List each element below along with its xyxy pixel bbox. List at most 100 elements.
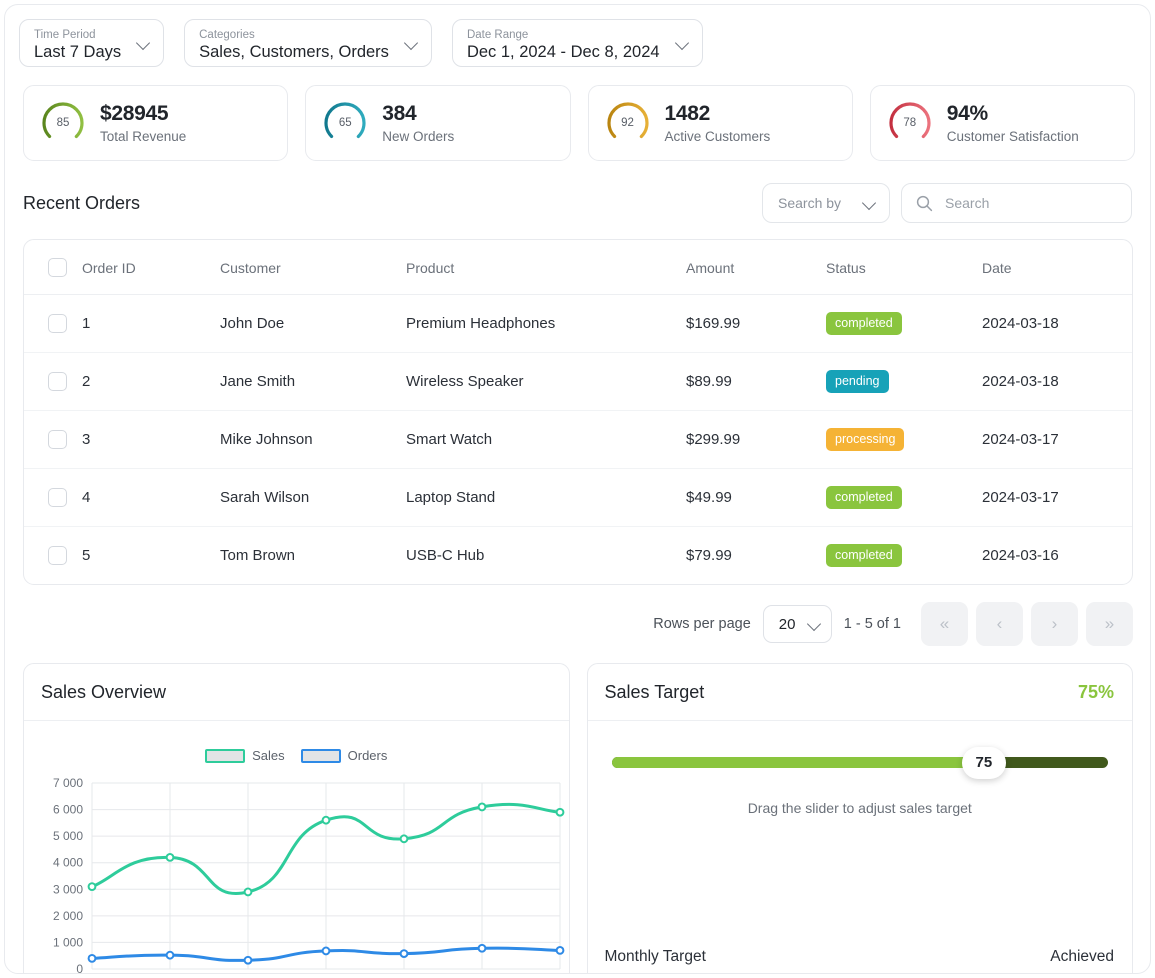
row-checkbox[interactable]	[48, 488, 67, 507]
kpi-text: 1482 Active Customers	[665, 101, 771, 145]
chart-data-point[interactable]	[321, 815, 331, 825]
chart-data-point[interactable]	[555, 807, 565, 817]
cell-amount: $79.99	[686, 547, 732, 564]
chart-data-point[interactable]	[165, 853, 175, 862]
sales-overview-title: Sales Overview	[41, 681, 167, 702]
select-all-checkbox[interactable]	[48, 258, 67, 277]
kpi-value: 384	[382, 102, 417, 125]
chart-data-point[interactable]	[399, 949, 409, 958]
row-checkbox[interactable]	[48, 314, 67, 333]
kpi-card: 65 384 New Orders	[305, 85, 571, 161]
column-header-customer[interactable]: Customer	[220, 240, 406, 295]
sales-line-chart: 01 0002 0003 0004 0005 0006 0007 000MonT…	[24, 773, 569, 974]
achieved-block: Achieved $50,000	[1050, 947, 1114, 973]
kpi-label: New Orders	[382, 129, 455, 144]
row-checkbox[interactable]	[48, 372, 67, 391]
chevron-down-icon	[676, 37, 689, 50]
row-select-cell	[24, 410, 82, 469]
rows-per-page-value: 20	[778, 615, 796, 633]
status-badge: completed	[826, 486, 902, 509]
table-row[interactable]: 1 John Doe Premium Headphones $169.99 comple…	[24, 294, 1132, 353]
cell-status: completed	[826, 294, 982, 353]
column-header-status[interactable]: Status	[826, 240, 982, 295]
status-badge: completed	[826, 544, 902, 567]
chart-data-point[interactable]	[555, 946, 565, 955]
cell-date: 2024-03-17	[982, 468, 1132, 527]
chart-data-point[interactable]	[87, 882, 97, 892]
legend-item[interactable]: Sales	[205, 748, 285, 763]
rows-per-page-select[interactable]: 20	[762, 605, 832, 643]
search-input[interactable]	[945, 195, 1105, 211]
svg-text:4 000: 4 000	[53, 856, 83, 870]
sales-target-slider[interactable]: 75	[611, 746, 1108, 779]
column-header-order-id[interactable]: Order ID	[82, 240, 220, 295]
filter-time-period[interactable]: Time Period Last 7 Days	[19, 19, 165, 67]
cell-customer: Jane Smith	[220, 352, 406, 411]
filter-categories[interactable]: Categories Sales, Customers, Orders	[184, 19, 432, 67]
last-page-button[interactable]: »	[1086, 602, 1133, 646]
chart-data-point[interactable]	[477, 802, 487, 812]
table-row[interactable]: 5 Tom Brown USB-C Hub $79.99 completed 2024-0…	[24, 527, 1132, 585]
cell-amount: $49.99	[686, 468, 826, 527]
previous-page-button[interactable]: ‹	[976, 602, 1023, 646]
svg-text:0: 0	[76, 962, 83, 974]
select-all-header	[24, 240, 82, 295]
chart-data-point[interactable]	[243, 887, 253, 897]
column-header-date[interactable]: Date	[982, 240, 1132, 295]
orders-header: Recent Orders Search by	[5, 161, 1150, 223]
filter-time-period-value: Last 7 Days	[34, 43, 122, 61]
monthly-target-value: $75 000	[605, 970, 706, 973]
chevron-down-icon	[405, 37, 418, 50]
orders-table: Order ID Customer Product Amount Status …	[24, 240, 1132, 584]
cell-product: Smart Watch	[406, 410, 686, 469]
legend-label: Orders	[347, 748, 388, 763]
svg-text:2 000: 2 000	[53, 909, 83, 923]
row-checkbox[interactable]	[48, 546, 67, 565]
kpi-gauge-value: 65	[338, 117, 352, 129]
cell-amount: $89.99	[686, 352, 826, 411]
kpi-card: 92 1482 Active Customers	[587, 85, 853, 161]
cell-amount: $169.99	[686, 294, 826, 353]
slider-thumb[interactable]: 75	[961, 746, 1006, 779]
row-select-cell	[24, 468, 82, 527]
chart-data-point[interactable]	[87, 953, 97, 963]
row-select-cell	[24, 352, 82, 411]
cell-order-id: 4	[82, 468, 220, 527]
chart-legend: Sales Orders	[24, 721, 569, 763]
achieved-label: Achieved	[1050, 948, 1114, 965]
cell-amount: $299.99	[686, 410, 826, 469]
chart-data-point[interactable]	[399, 834, 409, 844]
table-row[interactable]: 4 Sarah Wilson Laptop Stand $49.99 completed…	[24, 468, 1132, 527]
chart-data-point[interactable]	[321, 946, 331, 956]
cell-status: completed	[826, 468, 982, 527]
chart-data-point[interactable]	[243, 955, 253, 965]
monthly-target-label: Monthly Target	[604, 948, 706, 965]
status-badge: pending	[826, 370, 889, 393]
column-header-amount[interactable]: Amount	[686, 240, 826, 295]
chart-svg: 01 0002 0003 0004 0005 0006 0007 000MonT…	[53, 776, 565, 974]
search-box[interactable]	[901, 183, 1132, 223]
legend-item[interactable]: Orders	[300, 748, 388, 763]
slider-hint: Drag the slider to adjust sales target	[747, 800, 972, 816]
column-header-product[interactable]: Product	[406, 240, 686, 295]
sales-target-percent: 75%	[1077, 681, 1114, 702]
cell-date: 2024-03-18	[982, 294, 1132, 353]
kpi-gauge-value: 92	[621, 117, 634, 129]
chart-data-point[interactable]	[165, 950, 175, 960]
table-row[interactable]: 2 Jane Smith Wireless Speaker $89.99 pending…	[24, 352, 1132, 411]
chevron-down-icon	[808, 618, 821, 631]
search-by-dropdown[interactable]: Search by	[762, 183, 890, 223]
slider-fill	[611, 757, 984, 768]
table-head: Order ID Customer Product Amount Status …	[24, 240, 1132, 295]
first-page-button[interactable]: «	[921, 602, 968, 646]
filter-date-range-value: Dec 1, 2024 - Dec 8, 2024	[466, 43, 660, 61]
filter-date-range[interactable]: Date Range Dec 1, 2024 - Dec 8, 2024	[451, 19, 703, 67]
next-page-button[interactable]: ›	[1031, 602, 1078, 646]
row-checkbox[interactable]	[48, 430, 67, 449]
chart-data-point[interactable]	[477, 943, 487, 953]
cell-status: pending	[826, 352, 982, 411]
status-badge: completed	[826, 312, 902, 335]
table-row[interactable]: 3 Mike Johnson Smart Watch $299.99 processin…	[24, 410, 1132, 469]
kpi-text: 94% Customer Satisfaction	[947, 101, 1079, 145]
row-select-cell	[24, 527, 82, 585]
